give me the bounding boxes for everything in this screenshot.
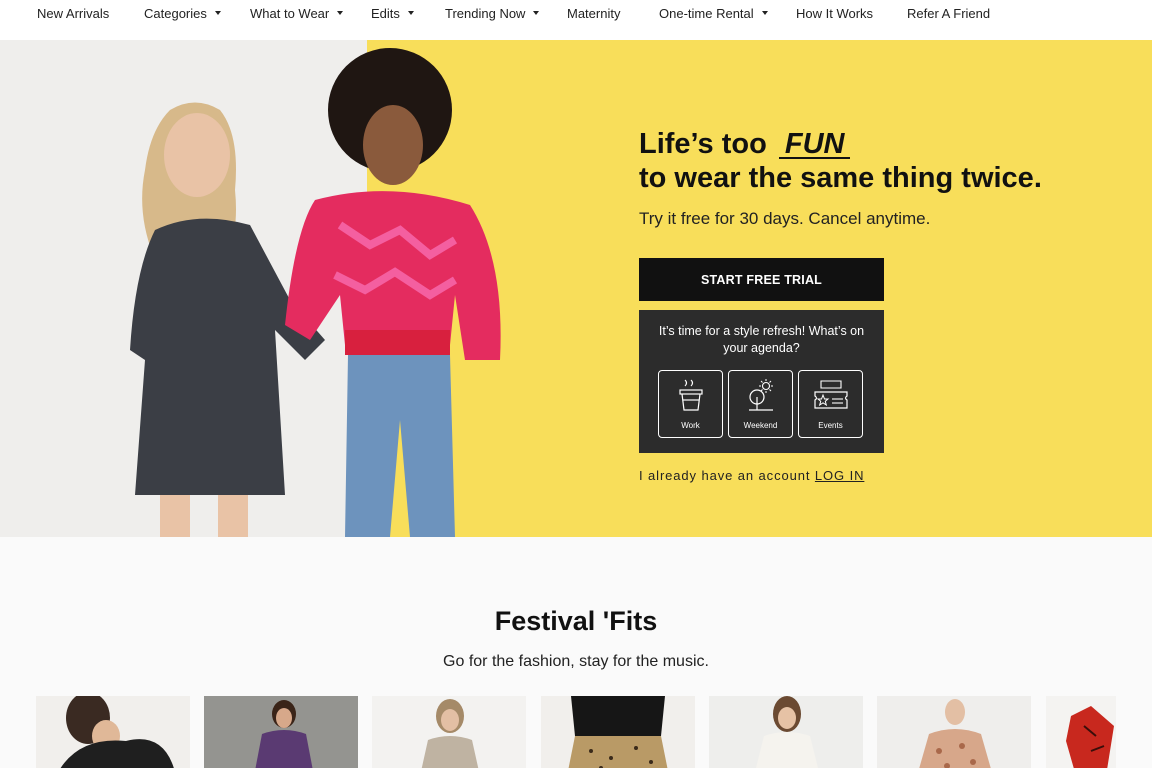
nav-label: New Arrivals	[37, 6, 110, 21]
hero-headline: Life’s too FUN to wear the same thing tw…	[639, 127, 1059, 195]
hero-models-image	[130, 48, 501, 537]
nav-refer-a-friend[interactable]: Refer A Friend	[907, 6, 990, 22]
headline-prefix: Life’s too	[639, 128, 767, 160]
product-card[interactable]	[372, 696, 526, 768]
headline-accent: FUN	[778, 127, 851, 161]
product-card[interactable]	[1046, 696, 1116, 768]
nav-label: What to Wear	[250, 6, 330, 21]
nav-edits[interactable]: Edits	[371, 6, 414, 22]
product-image	[1046, 696, 1116, 768]
hero-subhead: Try it free for 30 days. Cancel anytime.	[639, 209, 931, 228]
nav-trending-now[interactable]: Trending Now	[445, 6, 540, 22]
product-card[interactable]	[36, 696, 190, 768]
quiz-option-label: Work	[681, 421, 700, 430]
product-image	[877, 696, 1031, 768]
style-quiz-panel: It’s time for a style refresh! What’s on…	[639, 310, 884, 453]
product-card[interactable]	[709, 696, 863, 768]
product-card[interactable]	[541, 696, 695, 768]
quiz-option-events[interactable]: Events	[798, 370, 863, 438]
caret-down-icon	[407, 11, 414, 15]
section-subtitle: Go for the fashion, stay for the music.	[443, 653, 709, 670]
nav-label: One-time Rental	[659, 6, 754, 21]
product-image	[36, 696, 190, 768]
hero-banner: Life’s too FUN to wear the same thing tw…	[0, 40, 1152, 537]
tree-sun-icon	[749, 379, 773, 411]
caret-down-icon	[214, 11, 221, 15]
coffee-cup-icon	[679, 379, 703, 411]
product-image	[541, 696, 695, 768]
login-prompt-text: I already have an account	[639, 468, 811, 483]
caret-down-icon	[761, 11, 768, 15]
quiz-option-work[interactable]: Work	[658, 370, 723, 438]
nav-what-to-wear[interactable]: What to Wear	[250, 6, 344, 22]
nav-one-time-rental[interactable]: One-time Rental	[659, 6, 768, 22]
nav-label: Edits	[371, 6, 400, 21]
product-image	[204, 696, 358, 768]
quiz-question: It’s time for a style refresh! What’s on…	[658, 324, 865, 355]
nav-label: Maternity	[567, 6, 621, 21]
headline-line2: to wear the same thing twice.	[639, 162, 1042, 194]
section-title: Festival 'Fits	[494, 606, 658, 636]
nav-how-it-works[interactable]: How It Works	[796, 6, 873, 22]
product-card[interactable]	[204, 696, 358, 768]
nav-label: Trending Now	[445, 6, 526, 21]
nav-new-arrivals[interactable]: New Arrivals	[37, 6, 109, 22]
nav-label: How It Works	[796, 6, 874, 21]
festival-section: Festival 'Fits Go for the fashion, stay …	[0, 537, 1152, 768]
nav-label: Refer A Friend	[907, 6, 991, 21]
login-prompt: I already have an account LOG IN	[639, 468, 864, 483]
caret-down-icon	[533, 11, 540, 15]
start-free-trial-button[interactable]: START FREE TRIAL	[639, 258, 884, 301]
ticket-icon	[814, 380, 848, 409]
quiz-option-label: Events	[818, 421, 843, 430]
quiz-option-label: Weekend	[743, 421, 778, 430]
login-link[interactable]: LOG IN	[815, 468, 864, 483]
quiz-option-weekend[interactable]: Weekend	[728, 370, 793, 438]
product-image	[709, 696, 863, 768]
nav-categories[interactable]: Categories	[144, 6, 221, 22]
product-image	[372, 696, 526, 768]
caret-down-icon	[337, 11, 344, 15]
nav-label: Categories	[144, 6, 207, 21]
nav-maternity[interactable]: Maternity	[567, 6, 620, 22]
top-nav: New Arrivals Categories What to Wear Edi…	[0, 0, 1152, 40]
product-card[interactable]	[877, 696, 1031, 768]
